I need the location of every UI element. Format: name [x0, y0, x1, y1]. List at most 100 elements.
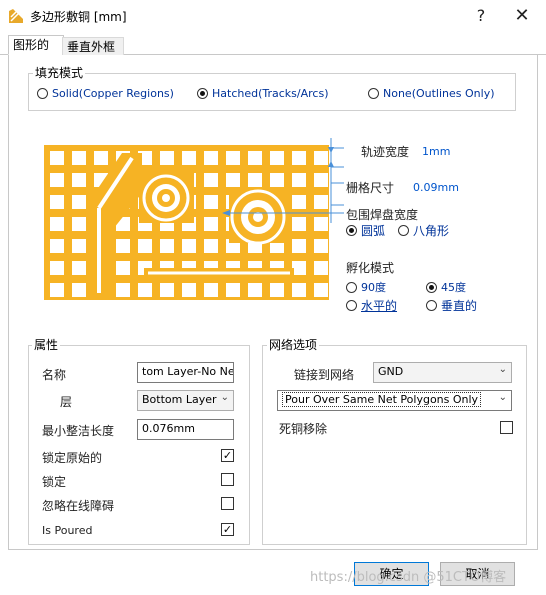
polygon-app-icon [8, 8, 24, 24]
hatch-hole [314, 195, 328, 209]
surround-octagon-radio[interactable]: 八角形 [398, 222, 449, 239]
hatch-hole [292, 195, 306, 209]
hatch-hole [182, 239, 196, 253]
surround-octagon-label: 八角形 [413, 224, 450, 238]
hatch-vertical-label: 垂直的 [441, 299, 478, 313]
hatch-hole [72, 151, 86, 165]
surround-arc-radio[interactable]: 圆弧 [346, 222, 385, 239]
hatch-hole [226, 283, 240, 297]
fill-mode-title: 填充模式 [33, 64, 86, 81]
name-field[interactable]: tom Layer-No Net [137, 362, 234, 383]
hatch-hole [204, 151, 218, 165]
tab-vertical-outline[interactable]: 垂直外框 [62, 37, 124, 55]
chevron-down-icon: ⌄ [498, 392, 507, 403]
radio-dot-selected [346, 225, 357, 236]
lock-primitives-checkbox[interactable]: ✓ [221, 449, 234, 462]
help-button[interactable]: ? [470, 4, 492, 28]
hatch-hole [204, 217, 218, 231]
grid-size-label: 栅格尺寸 [346, 181, 395, 195]
net-options-title: 网络选项 [267, 336, 320, 353]
hatch-hole [116, 283, 130, 297]
radio-dot-selected [197, 88, 208, 99]
hatch-hole [116, 239, 130, 253]
fill-none-radio[interactable]: None(Outlines Only) [368, 87, 495, 100]
radio-dot [346, 300, 357, 311]
track-width-label: 轨迹宽度 [361, 145, 410, 159]
hatch-hole [50, 261, 64, 275]
hatch-45-radio[interactable]: 45度 [426, 279, 466, 295]
hatch-hole [50, 283, 64, 297]
close-button[interactable]: ✕ [510, 4, 534, 28]
radio-dot [37, 88, 48, 99]
hatch-hole [314, 239, 328, 253]
hatch-hole [160, 151, 174, 165]
fill-hatched-radio[interactable]: Hatched(Tracks/Arcs) [197, 87, 328, 100]
hatch-hole [94, 151, 108, 165]
tab-strip: 图形的 垂直外框 [0, 35, 546, 55]
hatch-hole [72, 195, 86, 209]
chevron-down-icon: ⌄ [220, 392, 229, 403]
hatch-hole [270, 151, 284, 165]
hatch-hole [138, 283, 152, 297]
hatch-90-radio[interactable]: 90度 [346, 279, 386, 295]
properties-title: 属性 [32, 336, 61, 353]
ignore-obstacles-checkbox[interactable] [221, 497, 234, 510]
fill-solid-label: Solid(Copper Regions) [52, 87, 174, 100]
hatch-hole [292, 239, 306, 253]
hatch-vertical-radio[interactable]: 垂直的 [426, 297, 477, 314]
hatch-hole [116, 261, 130, 275]
hatch-hole [270, 173, 284, 187]
hatch-hole [314, 283, 328, 297]
hatch-hole [292, 217, 306, 231]
radio-dot [346, 281, 357, 293]
hatch-hole [292, 283, 306, 297]
pour-mode-value: Pour Over Same Net Polygons Only [282, 392, 482, 407]
hatch-90-label: 90度 [361, 281, 386, 294]
min-length-field[interactable]: 0.076mm [137, 419, 234, 440]
hatch-hole [72, 239, 86, 253]
hatch-hole [72, 283, 86, 297]
hatch-hole [160, 239, 174, 253]
hatch-mode-label: 孵化模式 [346, 261, 395, 275]
hatch-preview-graphic [44, 133, 344, 308]
layer-select[interactable]: Bottom Layer ⌄ [137, 390, 234, 411]
hatch-hole [226, 173, 240, 187]
hatch-hole [138, 239, 152, 253]
chevron-down-icon: ⌄ [498, 364, 507, 375]
radio-dot [368, 88, 379, 99]
hatch-hole [50, 173, 64, 187]
fill-none-label: None(Outlines Only) [383, 87, 495, 100]
hatch-hole [50, 195, 64, 209]
hatch-hole [50, 239, 64, 253]
pad-hole [162, 194, 170, 202]
hatch-hole [292, 151, 306, 165]
tab-graphic[interactable]: 图形的 [8, 35, 64, 55]
hatch-hole [292, 173, 306, 187]
grid-size-value: 0.09mm [413, 181, 459, 194]
hatch-horizontal-radio[interactable]: 水平的 [346, 297, 397, 314]
track-width-value: 1mm [422, 145, 451, 158]
remove-dead-copper-checkbox[interactable] [500, 421, 513, 434]
connect-net-select[interactable]: GND ⌄ [373, 362, 512, 383]
name-label: 名称 [42, 368, 67, 382]
hatch-hole [248, 283, 262, 297]
hatch-hole [204, 239, 218, 253]
hatch-hole [270, 283, 284, 297]
lock-primitives-label: 锁定原始的 [42, 451, 103, 465]
layer-select-value: Bottom Layer [142, 393, 217, 406]
hatch-hole [204, 195, 218, 209]
hatch-hole [50, 151, 64, 165]
surround-pads-label: 包围焊盘宽度 [346, 208, 419, 222]
locked-label: 锁定 [42, 475, 67, 489]
hatch-hole [50, 217, 64, 231]
is-poured-checkbox[interactable]: ✓ [221, 523, 234, 536]
min-length-label: 最小整洁长度 [42, 424, 115, 438]
is-poured-label: Is Poured [42, 524, 93, 537]
locked-checkbox[interactable] [221, 473, 234, 486]
connect-net-label: 链接到网络 [294, 368, 355, 382]
radio-dot [398, 225, 409, 236]
pour-mode-select[interactable]: Pour Over Same Net Polygons Only ⌄ [277, 390, 512, 411]
fill-solid-radio[interactable]: Solid(Copper Regions) [37, 87, 174, 100]
remove-dead-copper-label: 死铜移除 [279, 422, 328, 436]
hatch-hole [204, 283, 218, 297]
